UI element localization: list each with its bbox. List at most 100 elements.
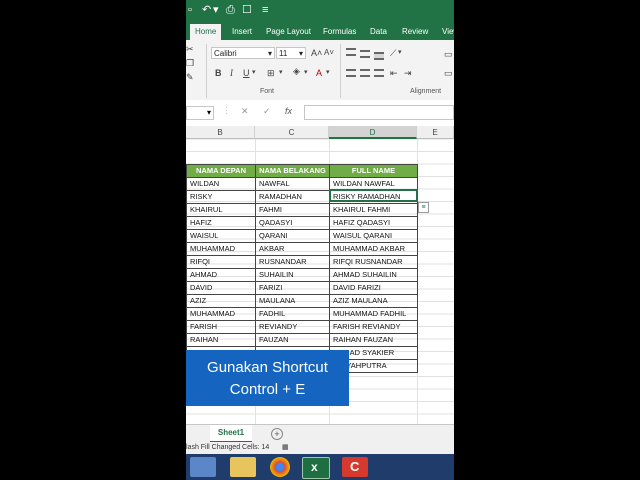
wrap-text-icon[interactable]: ▭ bbox=[444, 48, 453, 60]
enter-icon[interactable]: ✓ bbox=[263, 106, 271, 117]
tab-insert[interactable]: Insert bbox=[227, 24, 257, 40]
column-header-b[interactable]: B bbox=[186, 126, 255, 139]
underline-button[interactable]: U bbox=[243, 67, 250, 79]
column-header-d[interactable]: D bbox=[329, 126, 417, 139]
last-name-cell[interactable]: MAULANA bbox=[255, 293, 330, 308]
spelling-icon[interactable]: ☐ bbox=[242, 3, 252, 17]
full-name-cell[interactable]: MUHAMMAD FADHIL bbox=[329, 306, 418, 321]
camtasia-icon[interactable]: C bbox=[342, 457, 368, 477]
first-name-cell[interactable]: MUHAMMAD bbox=[186, 306, 256, 321]
orientation-icon[interactable]: ⟋ bbox=[390, 47, 396, 59]
format-painter-icon[interactable]: ✎ bbox=[186, 71, 194, 83]
last-name-cell[interactable]: AKBAR bbox=[255, 241, 330, 256]
full-name-cell[interactable]: RIFQI RUSNANDAR bbox=[329, 254, 418, 269]
decrease-indent-icon[interactable]: ⇤ bbox=[390, 67, 398, 79]
last-name-cell[interactable]: FARIZI bbox=[255, 280, 330, 295]
save-icon[interactable]: ▫ bbox=[188, 3, 192, 17]
header-full-name[interactable]: FULL NAME bbox=[329, 164, 418, 178]
first-name-cell[interactable]: RAIHAN bbox=[186, 332, 256, 347]
first-name-cell[interactable]: WAISUL bbox=[186, 228, 256, 243]
first-name-cell[interactable]: WILDAN bbox=[186, 176, 256, 191]
fill-color-icon[interactable]: ◈ bbox=[293, 65, 300, 77]
align-left-icon[interactable] bbox=[346, 69, 356, 77]
column-header-e[interactable]: E bbox=[417, 126, 454, 139]
chevron-down-icon[interactable]: ▾ bbox=[279, 67, 283, 79]
align-bottom-icon[interactable] bbox=[374, 52, 384, 60]
sheet-tab-sheet1[interactable]: Sheet1 bbox=[210, 425, 252, 443]
first-name-cell[interactable]: FARISH bbox=[186, 319, 256, 334]
full-name-cell[interactable]: WAISUL QARANI bbox=[329, 228, 418, 243]
full-name-cell[interactable]: MUHAMMAD AKBAR bbox=[329, 241, 418, 256]
align-top-icon[interactable] bbox=[346, 48, 356, 56]
tab-home[interactable]: Home bbox=[190, 24, 222, 40]
align-middle-icon[interactable] bbox=[360, 50, 370, 58]
italic-button[interactable]: I bbox=[230, 67, 233, 79]
tab-view[interactable]: View bbox=[437, 24, 454, 40]
print-preview-icon[interactable]: ⎙ bbox=[226, 3, 235, 17]
first-name-cell[interactable]: AZIZ bbox=[186, 293, 256, 308]
cancel-icon[interactable]: ✕ bbox=[241, 106, 249, 117]
chevron-down-icon[interactable]: ▾ bbox=[326, 67, 330, 79]
first-name-cell[interactable]: HAFIZ bbox=[186, 215, 256, 230]
grow-font-button[interactable]: A˄ bbox=[311, 47, 322, 59]
undo-dropdown-icon[interactable]: ▾ bbox=[213, 3, 219, 17]
font-color-icon[interactable]: A bbox=[316, 67, 322, 79]
formula-input[interactable] bbox=[304, 105, 454, 120]
borders-icon[interactable]: ⊞ bbox=[267, 67, 275, 79]
column-header-c[interactable]: C bbox=[255, 126, 329, 139]
font-size-select[interactable]: 11 ▾ bbox=[276, 47, 306, 59]
last-name-cell[interactable]: QADASYI bbox=[255, 215, 330, 230]
last-name-cell[interactable]: FAUZAN bbox=[255, 332, 330, 347]
full-name-cell[interactable]: DAVID FARIZI bbox=[329, 280, 418, 295]
first-name-cell[interactable]: AHMAD bbox=[186, 267, 256, 282]
insert-function-button[interactable]: fx bbox=[285, 106, 292, 116]
chevron-down-icon[interactable]: ▾ bbox=[252, 67, 256, 79]
align-center-icon[interactable] bbox=[360, 69, 370, 77]
first-name-cell[interactable]: KHAIRUL bbox=[186, 202, 256, 217]
align-right-icon[interactable] bbox=[374, 69, 384, 77]
customize-toolbar-icon[interactable]: ≡ bbox=[262, 3, 268, 17]
tab-page-layout[interactable]: Page Layout bbox=[261, 24, 316, 40]
chevron-down-icon[interactable]: ▾ bbox=[304, 67, 308, 79]
increase-indent-icon[interactable]: ⇥ bbox=[404, 67, 412, 79]
tab-formulas[interactable]: Formulas bbox=[318, 24, 361, 40]
first-name-cell[interactable]: RISKY bbox=[186, 189, 256, 204]
add-sheet-button[interactable]: + bbox=[271, 428, 283, 440]
excel-taskbar-icon[interactable]: x bbox=[302, 457, 330, 479]
first-name-cell[interactable]: RIFQI bbox=[186, 254, 256, 269]
full-name-cell[interactable]: HAFIZ QADASYI bbox=[329, 215, 418, 230]
last-name-cell[interactable]: RAMADHAN bbox=[255, 189, 330, 204]
cut-icon[interactable]: ✂ bbox=[186, 43, 194, 55]
bold-button[interactable]: B bbox=[215, 67, 222, 79]
full-name-cell[interactable]: KHAIRUL FAHMI bbox=[329, 202, 418, 217]
full-name-cell[interactable]: AHMAD SUHAILIN bbox=[329, 267, 418, 282]
shrink-font-button[interactable]: A˅ bbox=[324, 47, 334, 59]
file-explorer-icon[interactable] bbox=[230, 457, 256, 477]
full-name-cell[interactable]: FARISH REVIANDY bbox=[329, 319, 418, 334]
undo-icon[interactable]: ↶ bbox=[202, 3, 211, 17]
tab-data[interactable]: Data bbox=[365, 24, 392, 40]
last-name-cell[interactable]: REVIANDY bbox=[255, 319, 330, 334]
first-name-cell[interactable]: MUHAMMAD bbox=[186, 241, 256, 256]
last-name-cell[interactable]: NAWFAL bbox=[255, 176, 330, 191]
flash-fill-options-icon[interactable]: ≡ bbox=[418, 202, 429, 213]
header-nama-depan[interactable]: NAMA DEPAN bbox=[186, 164, 256, 178]
merge-center-icon[interactable]: ▭ bbox=[444, 67, 453, 79]
full-name-cell[interactable]: AZIZ MAULANA bbox=[329, 293, 418, 308]
chrome-icon[interactable] bbox=[270, 457, 290, 477]
last-name-cell[interactable]: RUSNANDAR bbox=[255, 254, 330, 269]
header-nama-belakang[interactable]: NAMA BELAKANG bbox=[255, 164, 330, 178]
last-name-cell[interactable]: SUHAILIN bbox=[255, 267, 330, 282]
name-box[interactable]: ▾ bbox=[186, 106, 214, 120]
tab-review[interactable]: Review bbox=[397, 24, 433, 40]
last-name-cell[interactable]: QARANI bbox=[255, 228, 330, 243]
macro-record-icon[interactable]: ▦ bbox=[282, 442, 289, 454]
full-name-cell[interactable]: RAIHAN FAUZAN bbox=[329, 332, 418, 347]
font-name-select[interactable]: Calibri ▾ bbox=[211, 47, 275, 59]
chevron-down-icon[interactable]: ▾ bbox=[398, 47, 402, 59]
copy-icon[interactable]: ❐ bbox=[186, 57, 194, 69]
last-name-cell[interactable]: FAHMI bbox=[255, 202, 330, 217]
first-name-cell[interactable]: DAVID bbox=[186, 280, 256, 295]
last-name-cell[interactable]: FADHIL bbox=[255, 306, 330, 321]
windows-icon[interactable] bbox=[190, 457, 216, 477]
